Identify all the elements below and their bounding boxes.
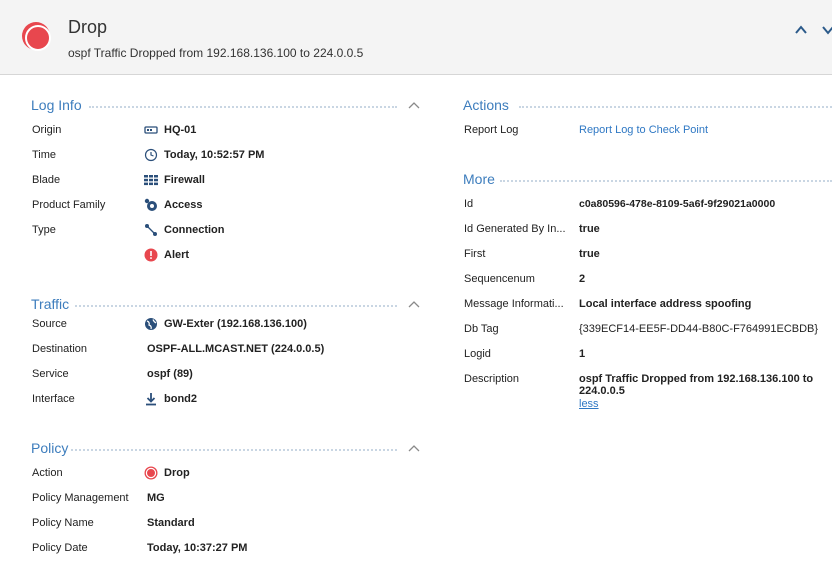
field-label: Time — [32, 149, 57, 161]
field-label: Interface — [32, 393, 75, 405]
collapse-chevron-icon[interactable] — [408, 443, 420, 453]
firewall-icon — [144, 173, 158, 187]
log-header: Drop ospf Traffic Dropped from 192.168.1… — [0, 0, 832, 75]
field-label: Description — [464, 373, 520, 385]
log-subtitle: ospf Traffic Dropped from 192.168.136.10… — [68, 46, 364, 60]
traffic-heading: Traffic — [31, 296, 70, 312]
less-link[interactable]: less — [579, 398, 599, 410]
description-line-1: ospf Traffic Dropped from 192.168.136.10… — [579, 373, 814, 385]
field-value: MG — [147, 492, 165, 504]
field-value: GW-Exter (192.168.136.100) — [164, 318, 307, 330]
field-value: 1 — [579, 348, 586, 360]
field-value: Today, 10:37:27 PM — [147, 542, 248, 554]
field-label: Action — [32, 467, 63, 479]
field-label: Policy Management — [32, 492, 129, 504]
policy-heading: Policy — [31, 440, 69, 456]
field-label: Id — [464, 198, 474, 210]
report-log-link[interactable]: Report Log to Check Point — [579, 124, 708, 136]
field-value: Alert — [164, 249, 190, 261]
collapse-chevron-icon[interactable] — [408, 299, 420, 309]
field-label: Db Tag — [464, 323, 499, 335]
field-label: Blade — [32, 174, 61, 186]
gateway-icon — [144, 123, 158, 137]
actions-heading: Actions — [463, 97, 509, 113]
section-divider — [519, 106, 832, 108]
section-divider — [75, 305, 397, 307]
field-value: 2 — [579, 273, 586, 285]
field-label: Policy Name — [32, 517, 94, 529]
policy-section: Policy Action Drop Policy Management MG … — [31, 440, 423, 558]
field-label: Report Log — [464, 124, 519, 136]
field-value: ospf (89) — [147, 368, 193, 380]
description-line-2: 224.0.0.5 — [579, 385, 625, 397]
more-heading: More — [463, 171, 495, 187]
field-label: Id Generated By In... — [464, 223, 566, 235]
field-value: Standard — [147, 517, 195, 529]
section-divider — [500, 180, 832, 182]
alert-icon — [144, 248, 158, 262]
access-icon — [144, 198, 158, 212]
field-label: Sequencenum — [464, 273, 535, 285]
clock-icon — [144, 148, 158, 162]
field-label: Message Informati... — [464, 298, 564, 310]
log-info-section: Log Info Origin HQ-01 Time Today, 10:52:… — [31, 97, 423, 272]
field-value: Connection — [164, 224, 225, 236]
field-value: {339ECF14-EE5F-DD44-B80C-F764991ECBDB} — [579, 323, 819, 335]
field-value: Local interface address spoofing — [579, 298, 752, 310]
log-title: Drop — [68, 17, 108, 37]
chevron-down-icon[interactable] — [820, 22, 832, 38]
log-info-heading: Log Info — [31, 97, 82, 113]
collapse-chevron-icon[interactable] — [408, 100, 420, 110]
field-label: Type — [32, 224, 56, 236]
actions-section: Actions Report Log Report Log to Check P… — [463, 97, 832, 142]
field-value: Access — [164, 199, 203, 211]
field-value: c0a80596-478e-8109-5a6f-9f29021a0000 — [579, 198, 776, 210]
inbound-arrow-icon — [144, 392, 158, 406]
field-value: OSPF-ALL.MCAST.NET (224.0.0.5) — [147, 343, 325, 355]
field-label: Service — [32, 368, 69, 380]
field-value: Firewall — [164, 174, 205, 186]
field-value: Drop — [164, 467, 190, 479]
field-value: Today, 10:52:57 PM — [164, 149, 265, 161]
section-divider — [89, 106, 397, 108]
more-section: More Id c0a80596-478e-8109-5a6f-9f29021a… — [463, 171, 832, 416]
connection-icon — [144, 223, 158, 237]
field-label: Source — [32, 318, 67, 330]
chevron-up-icon[interactable] — [793, 22, 809, 38]
field-label: Destination — [32, 343, 88, 355]
drop-icon — [22, 22, 51, 51]
drop-icon — [144, 466, 158, 480]
field-value: HQ-01 — [164, 124, 197, 136]
section-divider — [71, 449, 397, 451]
field-label: Product Family — [32, 199, 106, 211]
field-label: Origin — [32, 124, 62, 136]
field-value: true — [579, 223, 600, 235]
field-label: First — [464, 248, 486, 260]
globe-icon — [144, 317, 158, 331]
field-value: true — [579, 248, 600, 260]
field-label: Policy Date — [32, 542, 88, 554]
traffic-section: Traffic Source GW-Exter (192.168.136.100… — [31, 296, 423, 411]
field-label: Logid — [464, 348, 491, 360]
field-value: bond2 — [164, 393, 197, 405]
